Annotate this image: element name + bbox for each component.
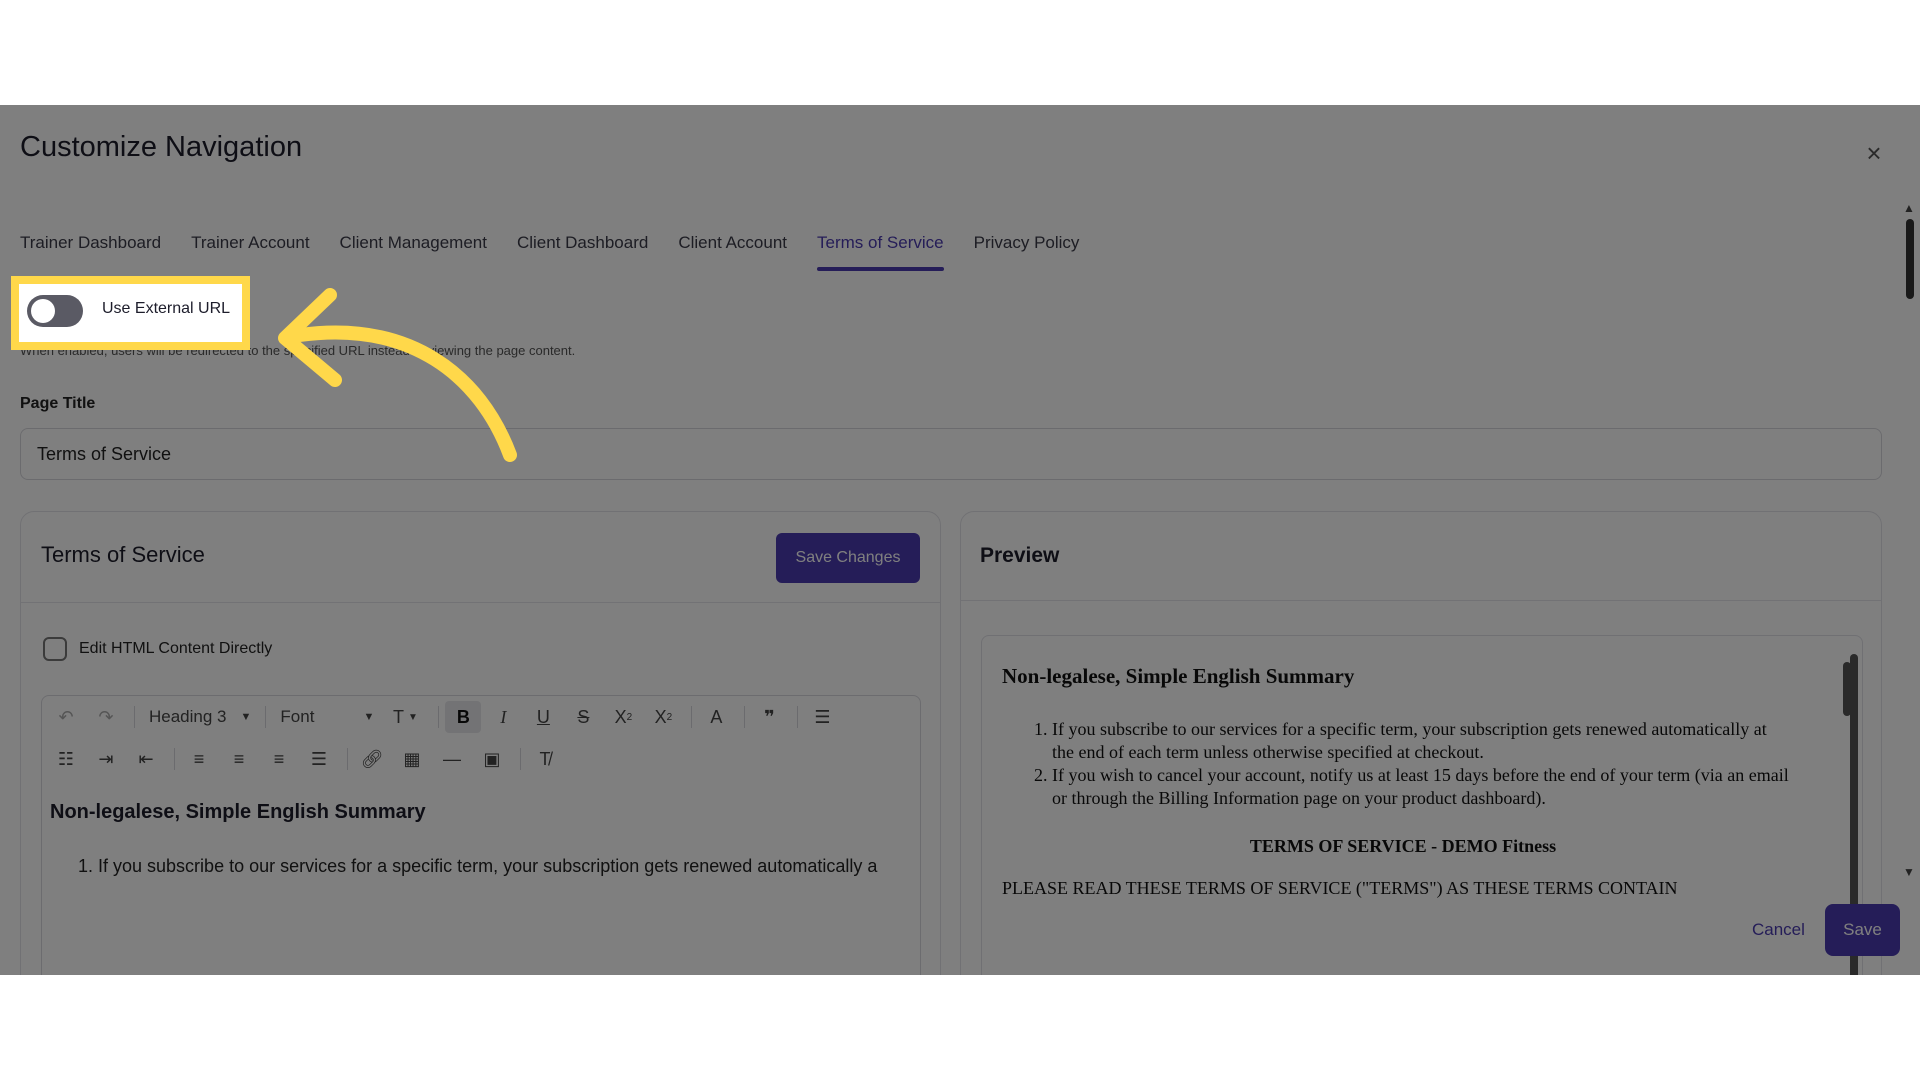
tab-trainer-dashboard[interactable]: Trainer Dashboard: [20, 223, 161, 271]
editor-toolbar-row-2: ☷ ⇥ ⇤ ≡ ≡ ≡ ☰ 🔗︎ ▦ — ▣ T̸: [42, 738, 920, 780]
external-url-toggle[interactable]: [27, 295, 83, 327]
toolbar-divider: [438, 706, 440, 728]
underline-icon[interactable]: U: [525, 701, 561, 733]
clear-formatting-icon[interactable]: T̸: [527, 743, 563, 775]
modal-scroll-thumb[interactable]: [1906, 219, 1914, 299]
toggle-knob: [31, 299, 55, 323]
heading-select-value: Heading 3: [149, 707, 227, 726]
link-icon[interactable]: 🔗︎: [354, 743, 390, 775]
preview-list-item: If you subscribe to our services for a s…: [1052, 718, 1792, 764]
modal-title: Customize Navigation: [20, 131, 303, 163]
edit-html-label: Edit HTML Content Directly: [79, 640, 273, 657]
align-center-icon[interactable]: ≡: [221, 743, 257, 775]
preview-panel-title: Preview: [980, 544, 1060, 567]
preview-heading: Non-legalese, Simple English Summary: [1002, 664, 1355, 688]
italic-icon[interactable]: I: [485, 701, 521, 733]
subscript-icon[interactable]: X2: [605, 701, 641, 733]
undo-icon[interactable]: ↶: [48, 701, 84, 733]
scroll-down-arrow-icon[interactable]: ▼: [1903, 865, 1915, 879]
numbered-list-icon[interactable]: ☷: [48, 743, 84, 775]
indent-icon[interactable]: ⇥: [88, 743, 124, 775]
toolbar-divider: [797, 706, 799, 728]
preview-section-title: TERMS OF SERVICE - DEMO Fitness: [1249, 836, 1557, 856]
chevron-down-icon: ▼: [363, 711, 375, 723]
toolbar-divider: [744, 706, 746, 728]
editor-content-list-item[interactable]: 1. If you subscribe to our services for …: [78, 856, 877, 877]
font-select-value: Font: [280, 707, 315, 726]
preview-list-item: If you wish to cancel your account, noti…: [1052, 764, 1792, 810]
toolbar-divider: [134, 706, 135, 728]
strikethrough-icon[interactable]: S: [565, 701, 601, 733]
font-select[interactable]: Font ▼: [272, 701, 382, 733]
close-icon[interactable]: ×: [1862, 140, 1886, 166]
bold-icon[interactable]: B: [445, 701, 482, 733]
preview-panel-header: Preview: [961, 512, 1881, 601]
rich-text-editor[interactable]: ↶ ↷ Heading 3 ▼ Font ▼ T ▼ B I U S X2 X …: [41, 695, 921, 975]
editor-content-heading[interactable]: Non-legalese, Simple English Summary: [50, 801, 426, 824]
preview-summary-list: If you subscribe to our services for a s…: [1032, 718, 1792, 810]
align-justify-icon[interactable]: ☰: [301, 743, 337, 775]
toolbar-divider: [174, 748, 175, 770]
annotation-arrow-icon: [278, 288, 517, 462]
external-url-toggle-label: Use External URL: [102, 300, 231, 317]
preview-content: Non-legalese, Simple English Summary If …: [981, 635, 1863, 975]
tab-trainer-account[interactable]: Trainer Account: [191, 223, 309, 271]
external-url-highlight: Use External URL: [11, 276, 250, 350]
editor-panel-header: Terms of Service Save Changes: [21, 512, 940, 603]
bullet-list-icon[interactable]: ☰: [804, 701, 840, 733]
toolbar-divider: [347, 748, 348, 770]
editor-panel-title: Terms of Service: [41, 542, 205, 567]
outdent-icon[interactable]: ⇤: [128, 743, 164, 775]
chevron-down-icon: ▼: [240, 711, 252, 723]
table-icon[interactable]: ▦: [394, 743, 430, 775]
align-left-icon[interactable]: ≡: [181, 743, 217, 775]
insert-image-icon[interactable]: ▣: [474, 743, 510, 775]
toolbar-divider: [265, 706, 267, 728]
customize-navigation-modal: Customize Navigation × Trainer Dashboard…: [0, 105, 1920, 975]
tab-client-dashboard[interactable]: Client Dashboard: [517, 223, 648, 271]
editor-panel: Terms of Service Save Changes Edit HTML …: [20, 511, 941, 975]
redo-icon[interactable]: ↷: [88, 701, 124, 733]
preview-body-text: PLEASE READ THESE TERMS OF SERVICE ("TER…: [1002, 878, 1678, 898]
page-title-label: Page Title: [20, 395, 96, 412]
superscript-icon[interactable]: X2: [645, 701, 681, 733]
edit-html-option[interactable]: Edit HTML Content Directly: [43, 637, 272, 661]
heading-select[interactable]: Heading 3 ▼: [141, 701, 259, 733]
modal-scrollbar[interactable]: [1904, 205, 1916, 885]
edit-html-checkbox[interactable]: [43, 637, 67, 661]
tab-client-account[interactable]: Client Account: [678, 223, 787, 271]
toolbar-divider: [691, 706, 693, 728]
navigation-tabs: Trainer Dashboard Trainer Account Client…: [20, 223, 1109, 271]
text-color-icon[interactable]: A: [698, 701, 734, 733]
save-button[interactable]: Save: [1825, 904, 1900, 956]
editor-toolbar-row-1: ↶ ↷ Heading 3 ▼ Font ▼ T ▼ B I U S X2 X …: [42, 696, 920, 738]
toolbar-divider: [520, 748, 521, 770]
tab-privacy-policy[interactable]: Privacy Policy: [974, 223, 1080, 271]
align-right-icon[interactable]: ≡: [261, 743, 297, 775]
save-changes-button[interactable]: Save Changes: [776, 533, 920, 583]
tab-client-management[interactable]: Client Management: [340, 223, 487, 271]
blockquote-icon[interactable]: ❞: [751, 701, 787, 733]
cancel-button[interactable]: Cancel: [1752, 920, 1805, 940]
horizontal-rule-icon[interactable]: —: [434, 743, 470, 775]
font-size-icon[interactable]: T ▼: [382, 701, 428, 733]
tab-terms-of-service[interactable]: Terms of Service: [817, 223, 944, 271]
preview-panel: Preview Non-legalese, Simple English Sum…: [960, 511, 1882, 975]
